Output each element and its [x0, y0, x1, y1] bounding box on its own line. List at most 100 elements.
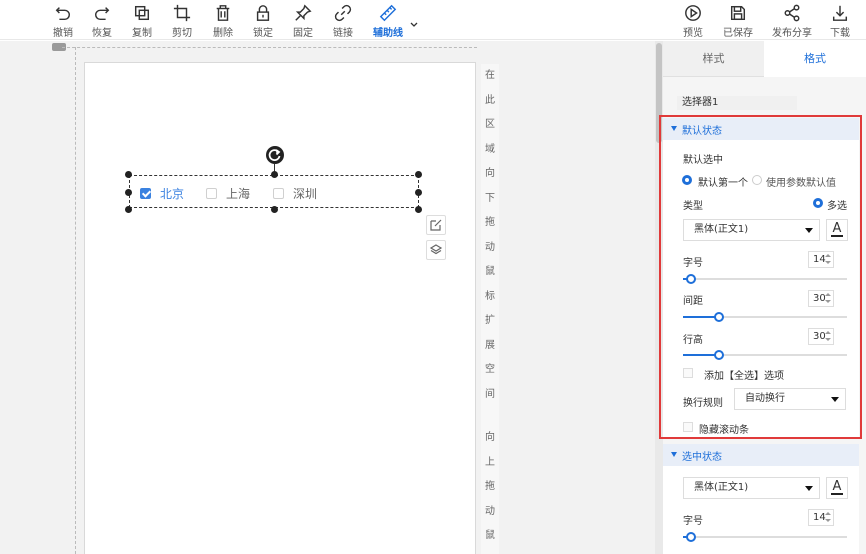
hint-char: 鼠	[485, 530, 495, 541]
lock-button[interactable]: 锁定	[243, 3, 283, 39]
guide-button[interactable]: 辅助线	[368, 3, 408, 39]
resize-handle[interactable]	[125, 189, 132, 196]
delete-button[interactable]: 删除	[203, 3, 243, 39]
selected-font-size-label: 字号	[683, 516, 703, 527]
selected-font-select[interactable]: 黑体(正文1)	[683, 477, 820, 499]
extend-strip[interactable]: 在此区域向下拖动鼠标扩展空间 向上拖动鼠	[481, 64, 499, 554]
undo-label: 撤销	[53, 28, 73, 39]
download-icon	[832, 5, 848, 21]
share-label: 发布分享	[772, 28, 812, 39]
resize-handle[interactable]	[415, 189, 422, 196]
resize-handle[interactable]	[125, 206, 132, 213]
redo-label: 恢复	[92, 28, 112, 39]
hint-char: 上	[485, 456, 495, 468]
hint-char: 动	[485, 241, 495, 253]
checkbox-icon[interactable]	[206, 187, 217, 199]
hint-char: 空	[485, 364, 495, 375]
hint-char: 展	[485, 339, 495, 351]
hint-char: 标	[485, 290, 495, 302]
selected-font-size-slider[interactable]	[683, 532, 847, 542]
slider-track	[683, 536, 847, 538]
option-shanghai[interactable]: 上海	[206, 185, 250, 201]
save-label: 已保存	[723, 28, 753, 39]
canvas-area[interactable]: 在此区域向下拖动鼠标扩展空间 向上拖动鼠	[0, 41, 655, 554]
hint-char: 在	[485, 70, 495, 81]
checkbox-checked-icon[interactable]	[140, 187, 151, 199]
selected-state-header[interactable]: 选中状态	[663, 444, 859, 466]
font-select-value: 黑体(正文1)	[694, 482, 749, 493]
share-icon	[784, 4, 800, 22]
spin-down-icon[interactable]	[825, 519, 831, 522]
option-label: 上海	[226, 186, 251, 201]
vertical-guide	[75, 47, 76, 554]
slider-knob[interactable]	[686, 532, 696, 542]
option-shenzhen[interactable]: 深圳	[273, 185, 317, 201]
preview-label: 预览	[683, 28, 703, 39]
font-size-value: 14	[813, 512, 826, 523]
cut-button[interactable]: 剪切	[162, 3, 202, 39]
checkbox-icon[interactable]	[273, 187, 284, 199]
spin-up-icon[interactable]	[825, 512, 831, 515]
toolbar: 撤销 恢复 复制 剪切 删除 锁定 固定 链接 辅助线 预览 已保存 发布分享 …	[0, 0, 866, 40]
guide-label: 辅助线	[373, 28, 403, 39]
option-beijing[interactable]: 北京	[140, 185, 184, 201]
panel-tabs: 样式 格式	[663, 41, 866, 77]
hint-char: 下	[485, 192, 495, 204]
resize-handle[interactable]	[271, 206, 278, 213]
tab-format[interactable]: 格式	[764, 41, 866, 77]
lock-label: 锁定	[253, 28, 273, 39]
caret-down-icon	[805, 486, 813, 491]
trash-icon	[216, 5, 230, 21]
horizontal-guide	[62, 47, 477, 48]
checkbox-selector-widget[interactable]: 北京 上海 深圳	[125, 171, 422, 213]
caret-down-icon	[671, 452, 677, 457]
design-page[interactable]	[84, 62, 476, 554]
pin-icon	[295, 4, 312, 21]
copy-label: 复制	[132, 28, 152, 39]
option-label: 深圳	[293, 186, 318, 201]
undo-icon	[55, 7, 71, 21]
redo-icon	[94, 7, 110, 21]
cut-label: 剪切	[172, 28, 192, 39]
download-button[interactable]: 下载	[820, 3, 860, 39]
option-label: 北京	[160, 186, 185, 201]
hint-char: 向	[485, 432, 495, 443]
section-title: 选中状态	[682, 452, 722, 463]
hint-char: 此	[485, 94, 495, 106]
rotate-handle-icon[interactable]	[266, 146, 284, 164]
resize-handle[interactable]	[415, 171, 422, 178]
undo-button[interactable]: 撤销	[43, 3, 83, 39]
tab-style[interactable]: 样式	[663, 41, 764, 77]
hint-char: 间	[485, 388, 495, 400]
resize-handle[interactable]	[415, 206, 422, 213]
crop-icon	[173, 4, 191, 22]
save-icon	[730, 5, 746, 21]
hint-char: 动	[485, 505, 495, 517]
resize-handle[interactable]	[271, 171, 278, 178]
hint-char: 拖	[485, 217, 495, 228]
link-button[interactable]: 链接	[323, 3, 363, 39]
hint-char: 区	[485, 119, 495, 130]
copy-button[interactable]: 复制	[122, 3, 162, 39]
link-icon	[334, 4, 352, 22]
hint-char: 向	[485, 168, 495, 179]
chevron-down-icon[interactable]	[409, 20, 419, 30]
link-label: 链接	[333, 28, 353, 39]
resize-handle[interactable]	[125, 171, 132, 178]
share-button[interactable]: 发布分享	[770, 3, 814, 39]
hint-char: 扩	[485, 315, 495, 326]
selected-font-size-input[interactable]: 14	[808, 509, 834, 526]
hint-char: 域	[485, 143, 495, 155]
preview-button[interactable]: 预览	[673, 3, 713, 39]
selected-font-color-button[interactable]: A	[826, 477, 848, 499]
play-icon	[685, 5, 701, 21]
layers-icon[interactable]	[426, 240, 446, 260]
lock-icon	[256, 5, 270, 21]
edit-icon[interactable]	[426, 215, 446, 235]
hint-char: 鼠	[485, 266, 495, 277]
ruler-icon	[379, 4, 397, 22]
save-button[interactable]: 已保存	[718, 3, 758, 39]
redo-button[interactable]: 恢复	[82, 3, 122, 39]
pin-button[interactable]: 固定	[283, 3, 323, 39]
selector-name[interactable]: 选择器1	[677, 96, 797, 110]
